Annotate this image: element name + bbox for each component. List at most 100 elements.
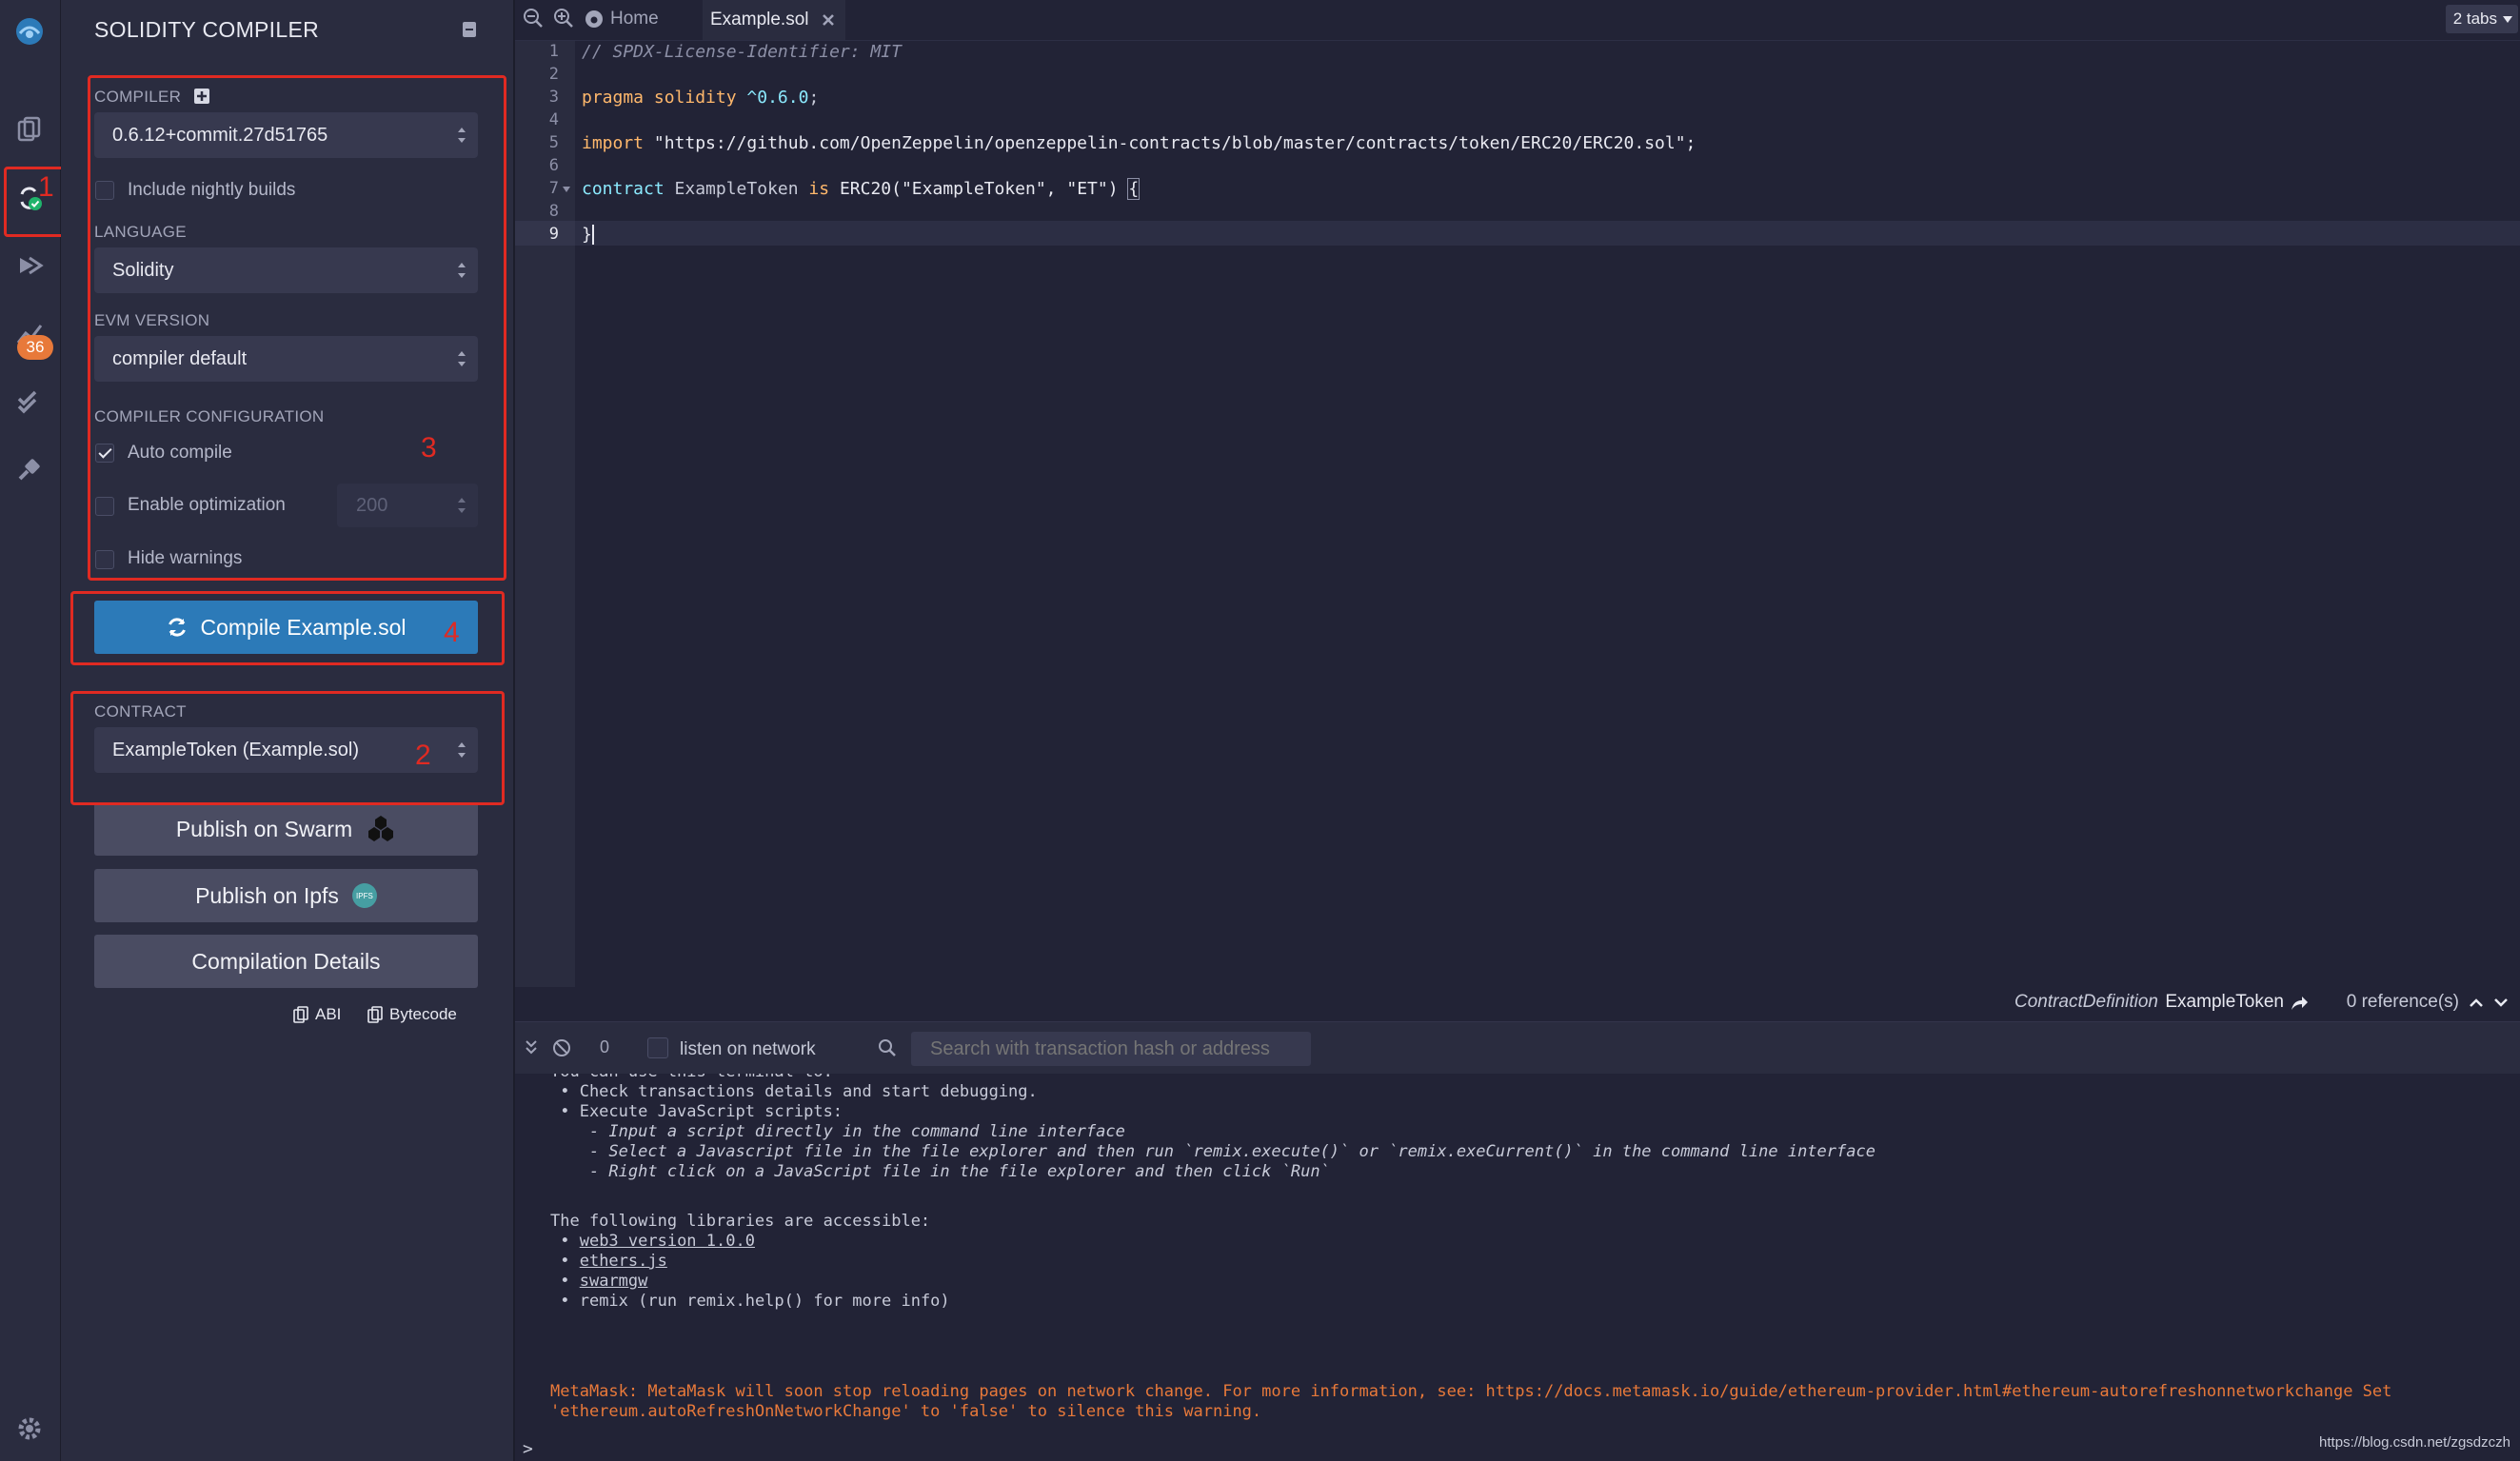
library-item: • ethers.js bbox=[550, 1252, 667, 1271]
plugin-manager-icon[interactable] bbox=[8, 447, 51, 491]
publish-ipfs-label: Publish on Ipfs bbox=[195, 882, 339, 908]
chevron-down-icon[interactable] bbox=[2493, 997, 2509, 1008]
library-item: • swarmgw bbox=[550, 1272, 648, 1291]
zoom-in-icon[interactable] bbox=[553, 8, 574, 29]
line-number: 1 bbox=[548, 42, 559, 61]
terminal-toolbar: 0 listen on network bbox=[515, 1021, 2520, 1075]
definition-name: ExampleToken bbox=[2165, 992, 2284, 1012]
metamask-warning-line: 'ethereum.autoRefreshOnNetworkChange' to… bbox=[550, 1402, 1262, 1421]
tabs-dropdown[interactable]: 2 tabs bbox=[2445, 5, 2518, 33]
testing-check-icon[interactable] bbox=[8, 379, 51, 423]
line-number: 3 bbox=[548, 88, 559, 107]
annotation-box-2 bbox=[70, 691, 505, 805]
terminal-line: • Check transactions details and start d… bbox=[550, 1082, 1038, 1101]
tx-search-input[interactable] bbox=[911, 1032, 1311, 1066]
search-icon bbox=[879, 1039, 896, 1056]
definition-kind: ContractDefinition bbox=[2014, 992, 2158, 1012]
terminal-intro-line: You can use this terminal to: bbox=[550, 1074, 833, 1081]
line-number: 5 bbox=[548, 133, 559, 152]
code-line-5: import "https://github.com/OpenZeppelin/… bbox=[582, 133, 1696, 153]
editor-tab-bar: Home Example.sol 2 tabs bbox=[515, 0, 2520, 41]
collapse-terminal-icon[interactable] bbox=[525, 1039, 538, 1056]
tab-file-label: Example.sol bbox=[710, 10, 809, 30]
line-number: 2 bbox=[548, 65, 559, 84]
library-item: • remix (run remix.help() for more info) bbox=[550, 1292, 950, 1311]
libraries-title: The following libraries are accessible: bbox=[550, 1212, 931, 1231]
copy-icon bbox=[367, 1006, 383, 1023]
code-line-7: contract ExampleToken is ERC20("ExampleT… bbox=[582, 178, 1141, 200]
zoom-out-icon[interactable] bbox=[523, 8, 544, 29]
docs-book-icon[interactable] bbox=[461, 21, 478, 38]
listen-network-label: listen on network bbox=[680, 1039, 816, 1059]
line-number: 4 bbox=[548, 110, 559, 129]
pragma-version: ^0.6.0 bbox=[746, 88, 809, 108]
listen-network-checkbox[interactable] bbox=[647, 1037, 668, 1058]
pragma-end: ; bbox=[808, 88, 820, 108]
annotation-box-3 bbox=[88, 75, 506, 581]
code-line-9: } bbox=[582, 225, 594, 245]
watermark-text: https://blog.csdn.net/zgsdzczh bbox=[2319, 1434, 2510, 1451]
annotation-number-3: 3 bbox=[421, 432, 437, 464]
remix-home-icon bbox=[585, 10, 603, 28]
compilation-details-button[interactable]: Compilation Details bbox=[94, 935, 478, 988]
contract-inheritance: ERC20("ExampleToken", "ET") bbox=[829, 179, 1129, 199]
goto-definition-icon[interactable] bbox=[2290, 995, 2309, 1012]
copy-icon bbox=[293, 1006, 308, 1023]
line-number: 7 bbox=[548, 179, 559, 198]
chevron-up-icon[interactable] bbox=[2469, 997, 2484, 1008]
compilation-details-label: Compilation Details bbox=[191, 948, 381, 974]
close-tab-icon[interactable] bbox=[821, 12, 836, 28]
library-link-ethers[interactable]: ethers.js bbox=[580, 1252, 667, 1271]
copy-bytecode-button[interactable]: Bytecode bbox=[367, 1005, 457, 1024]
code-line-3: pragma solidity ^0.6.0; bbox=[582, 88, 819, 108]
import-keyword: import bbox=[582, 133, 645, 153]
line-number: 9 bbox=[548, 225, 559, 244]
copy-abi-button[interactable]: ABI bbox=[293, 1005, 341, 1024]
publish-ipfs-button[interactable]: Publish on Ipfs IPFS bbox=[94, 869, 478, 922]
bytecode-label: Bytecode bbox=[389, 1005, 457, 1023]
library-link-swarmgw[interactable]: swarmgw bbox=[580, 1272, 648, 1291]
ipfs-logo-icon: IPFS bbox=[351, 883, 377, 908]
notification-badge: 36 bbox=[17, 335, 53, 360]
references-count: 0 reference(s) bbox=[2346, 992, 2459, 1012]
library-remix: remix (run remix.help() for more info) bbox=[569, 1292, 950, 1311]
contract-keyword: contract bbox=[582, 179, 665, 199]
annotation-box-4 bbox=[70, 591, 505, 665]
tab-home[interactable]: Home bbox=[584, 4, 659, 34]
line-number: 8 bbox=[548, 202, 559, 221]
tab-example-sol[interactable]: Example.sol bbox=[703, 0, 845, 40]
open-brace: { bbox=[1127, 178, 1141, 200]
code-line-1: // SPDX-License-Identifier: MIT bbox=[582, 42, 902, 62]
terminal-line: - Right click on a JavaScript file in th… bbox=[550, 1162, 1330, 1181]
terminal-prompt[interactable]: > bbox=[523, 1439, 533, 1459]
library-link-web3[interactable]: web3 version 1.0.0 bbox=[580, 1232, 755, 1251]
pragma-keyword: pragma solidity bbox=[582, 88, 737, 108]
annotation-box-1 bbox=[4, 167, 65, 237]
panel-title: SOLIDITY COMPILER bbox=[94, 17, 320, 42]
abi-label: ABI bbox=[315, 1005, 342, 1023]
chevron-down-icon bbox=[2503, 16, 2512, 23]
close-brace: } bbox=[582, 225, 594, 245]
is-keyword: is bbox=[808, 179, 830, 199]
swarm-bee-icon bbox=[368, 816, 394, 841]
clear-console-icon[interactable] bbox=[552, 1038, 571, 1057]
publish-swarm-label: Publish on Swarm bbox=[175, 816, 353, 841]
annotation-number-1: 1 bbox=[38, 171, 54, 203]
contract-name: ExampleToken bbox=[664, 179, 809, 199]
tabs-count: 2 tabs bbox=[2452, 10, 2497, 28]
annotation-number-2: 2 bbox=[415, 740, 431, 771]
terminal-line: • Execute JavaScript scripts: bbox=[550, 1102, 843, 1121]
file-explorer-icon[interactable] bbox=[8, 108, 51, 151]
library-item: • web3 version 1.0.0 bbox=[550, 1232, 755, 1251]
terminal-line: - Input a script directly in the command… bbox=[550, 1122, 1125, 1141]
fold-arrow-icon[interactable] bbox=[563, 187, 570, 192]
tab-home-label: Home bbox=[610, 9, 659, 29]
editor-status-line: ContractDefinition ExampleToken 0 refere… bbox=[515, 987, 2520, 1021]
settings-gear-icon[interactable] bbox=[8, 1407, 51, 1451]
import-path: "https://github.com/OpenZeppelin/openzep… bbox=[644, 133, 1697, 153]
deploy-run-icon[interactable] bbox=[8, 244, 51, 287]
pending-tx-count: 0 bbox=[600, 1037, 610, 1056]
remix-logo-icon[interactable] bbox=[8, 10, 51, 53]
publish-swarm-button[interactable]: Publish on Swarm bbox=[94, 802, 478, 856]
metamask-warning-line: MetaMask: MetaMask will soon stop reload… bbox=[550, 1382, 2392, 1401]
